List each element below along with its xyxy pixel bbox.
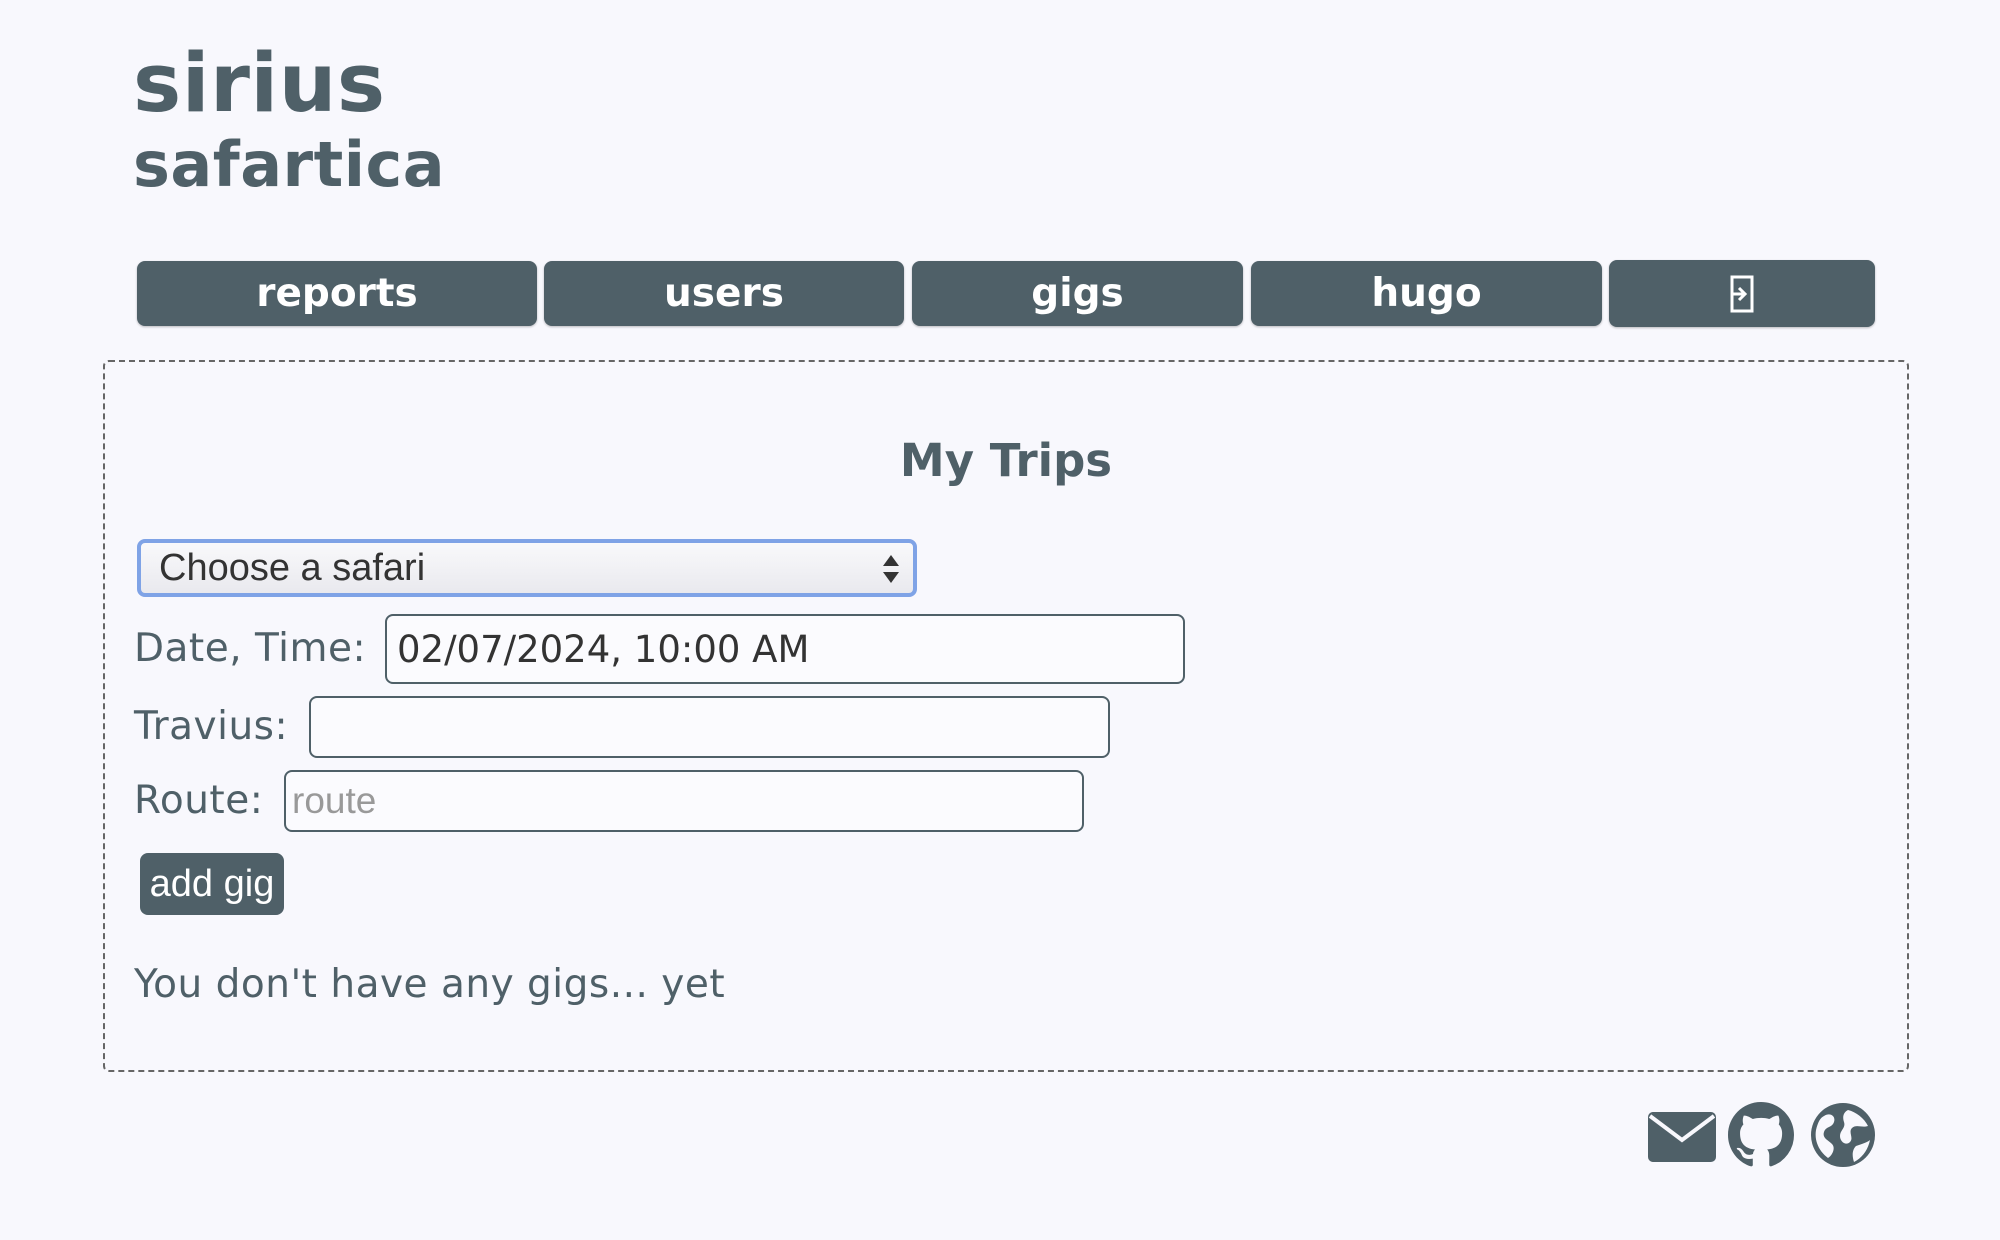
brand: sirius safartica <box>133 38 445 200</box>
add-gig-button[interactable]: add gig <box>140 853 284 915</box>
date-time-label: Date, Time: <box>134 626 367 671</box>
page-title: My Trips <box>899 434 1113 487</box>
safari-select-value: Choose a safari <box>159 546 426 589</box>
globe-icon[interactable] <box>1810 1102 1876 1168</box>
nav-gigs-button[interactable]: gigs <box>912 261 1243 326</box>
date-time-input[interactable]: 02/07/2024, 10:00 AM <box>385 614 1185 684</box>
envelope-icon[interactable] <box>1647 1111 1717 1163</box>
main-nav: reports users gigs hugo <box>0 260 2000 327</box>
nav-reports-button[interactable]: reports <box>137 261 537 326</box>
travius-label: Travius: <box>134 704 289 749</box>
select-arrows-icon <box>883 555 899 583</box>
brand-title: sirius <box>133 37 386 131</box>
date-time-value: 02/07/2024, 10:00 AM <box>397 627 810 671</box>
empty-gigs-message: You don't have any gigs... yet <box>134 962 726 1007</box>
travius-input[interactable] <box>309 696 1110 758</box>
brand-subtitle: safartica <box>133 128 446 201</box>
route-label: Route: <box>134 778 264 823</box>
logout-icon <box>1730 275 1754 312</box>
nav-users-button[interactable]: users <box>544 261 904 326</box>
logout-button[interactable] <box>1609 260 1875 327</box>
route-placeholder: route <box>292 780 377 821</box>
trips-panel: My Trips Choose a safari Date, Time: 02/… <box>103 360 1909 1072</box>
safari-select[interactable]: Choose a safari <box>137 539 917 597</box>
route-input[interactable]: route <box>284 770 1084 832</box>
github-icon[interactable] <box>1728 1102 1794 1168</box>
nav-hugo-button[interactable]: hugo <box>1251 261 1602 326</box>
